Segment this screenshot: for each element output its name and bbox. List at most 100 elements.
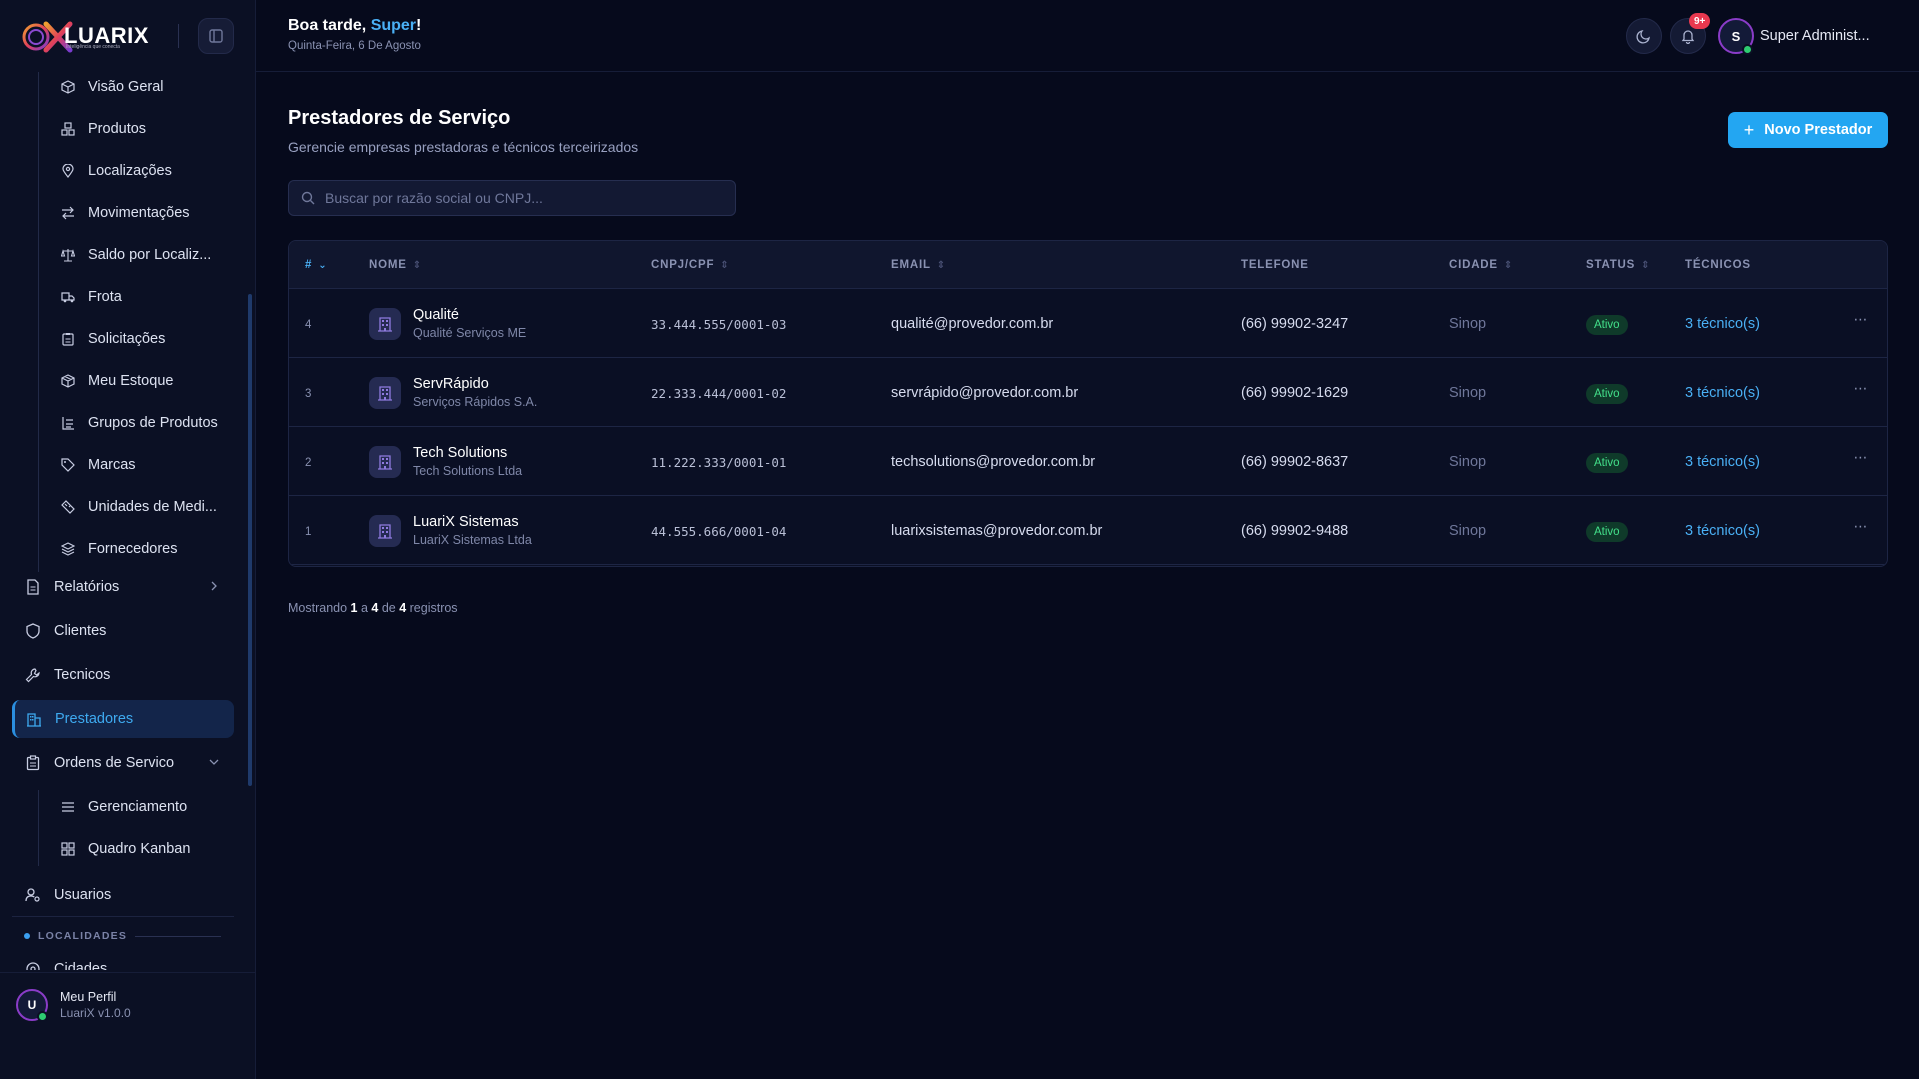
sidebar-item-solicitacoes[interactable]: Solicitações bbox=[60, 324, 240, 354]
layers-icon bbox=[60, 541, 76, 557]
greeting: Boa tarde, Super! bbox=[288, 17, 421, 35]
provider-name: Qualité bbox=[413, 307, 459, 323]
table-row[interactable]: 4 Qualité Qualité Serviços ME 33.444.555/00… bbox=[289, 289, 1887, 358]
column-header-id[interactable]: # ⌄ bbox=[305, 259, 327, 271]
sidebar-item-clientes[interactable]: Clientes bbox=[12, 612, 234, 650]
provider-phone: (66) 99902-3247 bbox=[1241, 316, 1349, 332]
provider-email: luarixsistemas@provedor.com.br bbox=[891, 523, 1103, 539]
sidebar-item-kanban[interactable]: Quadro Kanban bbox=[60, 834, 240, 864]
user-name[interactable]: Super Administ... bbox=[1760, 28, 1870, 44]
new-provider-button[interactable]: + Novo Prestador bbox=[1728, 112, 1888, 148]
theme-toggle-button[interactable] bbox=[1626, 18, 1662, 54]
sidebar-item-localizacoes[interactable]: Localizações bbox=[60, 156, 240, 186]
technicians-link[interactable]: 3 técnico(s) bbox=[1685, 523, 1760, 539]
provider-company: Serviços Rápidos S.A. bbox=[413, 395, 538, 409]
sidebar-item-cidades[interactable]: Cidades bbox=[12, 950, 234, 970]
column-label: EMAIL bbox=[891, 259, 931, 271]
sidebar-item-relatorios[interactable]: Relatórios bbox=[12, 568, 234, 606]
greeting-suffix: ! bbox=[416, 17, 422, 34]
building-icon bbox=[369, 308, 401, 340]
logo-tagline: Inteligência que conecta bbox=[66, 44, 120, 50]
sidebar-item-usuarios[interactable]: Usuarios bbox=[12, 876, 234, 914]
sidebar-item-label: Meu Estoque bbox=[88, 373, 174, 389]
sidebar-item-frota[interactable]: Frota bbox=[60, 282, 240, 312]
sidebar-item-grupos[interactable]: Grupos de Produtos bbox=[60, 408, 240, 438]
provider-cnpj: 22.333.444/0001-02 bbox=[651, 386, 787, 401]
column-header-cnpj[interactable]: CNPJ/CPF ⇕ bbox=[651, 259, 729, 271]
sidebar-item-meu-estoque[interactable]: Meu Estoque bbox=[60, 366, 240, 396]
pagination-sep: de bbox=[378, 601, 400, 615]
sidebar-item-visao-geral[interactable]: Visão Geral bbox=[60, 72, 240, 102]
section-label-localidades: LOCALIDADES bbox=[24, 930, 222, 942]
sidebar-item-produtos[interactable]: Produtos bbox=[60, 114, 240, 144]
column-label: NOME bbox=[369, 259, 407, 271]
column-header-email[interactable]: EMAIL ⇕ bbox=[891, 259, 946, 271]
online-status-dot bbox=[37, 1011, 48, 1022]
column-label: CIDADE bbox=[1449, 259, 1498, 271]
clipboard-list-icon bbox=[24, 754, 42, 772]
sidebar-item-label: Usuarios bbox=[54, 887, 112, 903]
provider-email: techsolutions@provedor.com.br bbox=[891, 454, 1096, 470]
building-icon bbox=[369, 515, 401, 547]
grid-list-icon bbox=[60, 415, 76, 431]
sidebar-item-tecnicos[interactable]: Tecnicos bbox=[12, 656, 234, 694]
sidebar-item-label: Movimentações bbox=[88, 205, 190, 221]
sidebar-item-ordens[interactable]: Ordens de Servico bbox=[12, 744, 234, 782]
more-options-icon[interactable]: ⋯ bbox=[1849, 518, 1873, 538]
provider-email: servrápido@provedor.com.br bbox=[891, 385, 1079, 401]
more-options-icon[interactable]: ⋯ bbox=[1849, 311, 1873, 331]
sidebar-item-gerenciamento[interactable]: Gerenciamento bbox=[60, 792, 240, 822]
sidebar-item-label: Localizações bbox=[88, 163, 172, 179]
table-row[interactable]: 2 Tech Solutions Tech Solutions Ltda 11.222… bbox=[289, 427, 1887, 496]
provider-city: Sinop bbox=[1449, 454, 1487, 470]
table-row[interactable]: 3 ServRápido Serviços Rápidos S.A. 22.333.4… bbox=[289, 358, 1887, 427]
row-id: 3 bbox=[305, 388, 312, 400]
technicians-link[interactable]: 3 técnico(s) bbox=[1685, 385, 1760, 401]
sidebar-item-label: Ordens de Servico bbox=[54, 755, 175, 771]
sidebar-item-label: Gerenciamento bbox=[88, 799, 188, 815]
plus-icon: + bbox=[1743, 119, 1755, 140]
building-icon bbox=[25, 710, 43, 728]
sidebar-scrollbar[interactable] bbox=[248, 294, 252, 786]
sort-icon: ⇕ bbox=[720, 259, 730, 271]
sidebar-item-fornecedores[interactable]: Fornecedores bbox=[60, 534, 240, 564]
more-options-icon[interactable]: ⋯ bbox=[1849, 449, 1873, 469]
collapse-sidebar-button[interactable] bbox=[198, 18, 234, 54]
greeting-name: Super bbox=[370, 17, 417, 34]
technicians-link[interactable]: 3 técnico(s) bbox=[1685, 316, 1760, 332]
technicians-link[interactable]: 3 técnico(s) bbox=[1685, 454, 1760, 470]
scale-icon bbox=[60, 247, 76, 263]
profile-card[interactable]: U Meu Perfil LuariX v1.0.0 bbox=[0, 972, 256, 1036]
more-options-icon[interactable]: ⋯ bbox=[1849, 380, 1873, 400]
wrench-icon bbox=[24, 666, 42, 684]
tree-line bbox=[38, 72, 39, 572]
sidebar-item-unidades[interactable]: Unidades de Medi... bbox=[60, 492, 240, 522]
logo-area: LUARIX Inteligência que conecta bbox=[0, 0, 256, 72]
section-dot bbox=[24, 933, 30, 939]
sidebar-nav: Visão Geral Produtos Localizações Movime… bbox=[0, 72, 256, 970]
building-icon bbox=[369, 446, 401, 478]
sidebar-item-prestadores[interactable]: Prestadores bbox=[12, 700, 234, 738]
column-header-status[interactable]: STATUS ⇕ bbox=[1586, 259, 1650, 271]
column-header-cidade[interactable]: CIDADE ⇕ bbox=[1449, 259, 1513, 271]
truck-icon bbox=[60, 289, 76, 305]
notification-badge: 9+ bbox=[1689, 13, 1711, 29]
kanban-icon bbox=[60, 841, 76, 857]
boxes-icon bbox=[60, 121, 76, 137]
shield-icon bbox=[24, 622, 42, 640]
sidebar-item-label: Unidades de Medi... bbox=[88, 499, 217, 515]
table-row[interactable]: 1 LuariX Sistemas LuariX Sistemas Ltda 44.5… bbox=[289, 496, 1887, 565]
column-label: # bbox=[305, 259, 313, 271]
provider-company: LuariX Sistemas Ltda bbox=[413, 533, 532, 547]
column-header-nome[interactable]: NOME ⇕ bbox=[369, 259, 422, 271]
sidebar-item-marcas[interactable]: Marcas bbox=[60, 450, 240, 480]
app-version: LuariX v1.0.0 bbox=[60, 1006, 131, 1020]
sidebar-item-label: Tecnicos bbox=[54, 667, 111, 683]
sidebar-item-label: Cidades bbox=[54, 961, 108, 970]
status-badge: Ativo bbox=[1586, 522, 1628, 542]
sidebar-item-saldo[interactable]: Saldo por Localiz... bbox=[60, 240, 240, 270]
sidebar-item-movimentacoes[interactable]: Movimentações bbox=[60, 198, 240, 228]
search-input[interactable] bbox=[325, 190, 725, 206]
sort-icon: ⇕ bbox=[1503, 259, 1514, 271]
sort-desc-icon: ⌄ bbox=[318, 259, 328, 271]
